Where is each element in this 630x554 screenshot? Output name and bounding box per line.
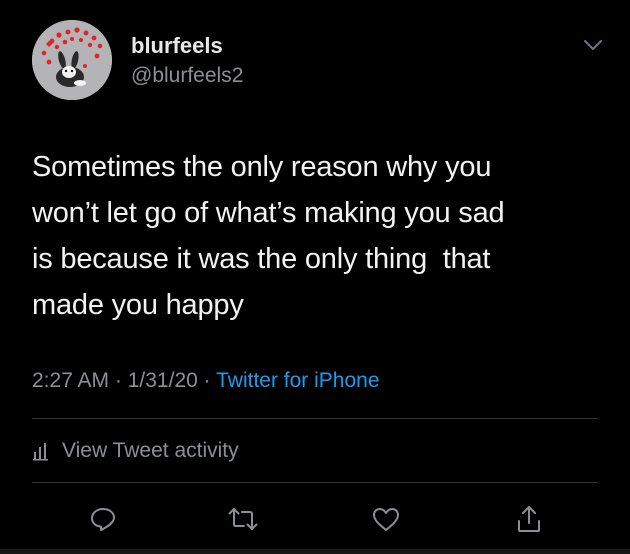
reply-icon <box>91 508 115 531</box>
tweet-time[interactable]: 2:27 AM <box>32 369 109 392</box>
user-handle[interactable]: @blurfeels2 <box>131 63 243 89</box>
tweet-metadata: 2:27 AM · 1/31/20 · Twitter for iPhone <box>32 367 380 395</box>
retweet-icon <box>228 508 258 530</box>
heart-icon <box>373 508 399 531</box>
view-tweet-activity-button[interactable]: View Tweet activity <box>32 436 239 466</box>
hearts-and-bunny-avatar-icon <box>32 20 112 100</box>
tweet-source-link[interactable]: Twitter for iPhone <box>216 369 379 392</box>
tweet-actions-bar <box>0 502 630 536</box>
activity-bars-icon <box>33 443 48 461</box>
divider <box>32 418 598 419</box>
share-button[interactable] <box>512 502 546 536</box>
view-tweet-activity-label: View Tweet activity <box>62 439 239 462</box>
meta-separator: · <box>114 369 128 392</box>
tweet-text: Sometimes the only reason why you won’t … <box>32 151 505 321</box>
display-name[interactable]: blurfeels <box>131 33 223 59</box>
share-icon <box>518 506 540 532</box>
retweet-button[interactable] <box>226 502 260 536</box>
divider <box>32 482 598 483</box>
tweet-card: blurfeels @blurfeels2 Sometimes the only… <box>0 0 630 554</box>
bottom-edge <box>0 549 630 554</box>
chevron-down-icon[interactable] <box>582 36 604 54</box>
meta-separator: · <box>203 369 217 392</box>
tweet-date[interactable]: 1/31/20 <box>128 369 198 392</box>
like-button[interactable] <box>369 502 403 536</box>
reply-button[interactable] <box>86 502 120 536</box>
avatar[interactable] <box>32 20 112 100</box>
